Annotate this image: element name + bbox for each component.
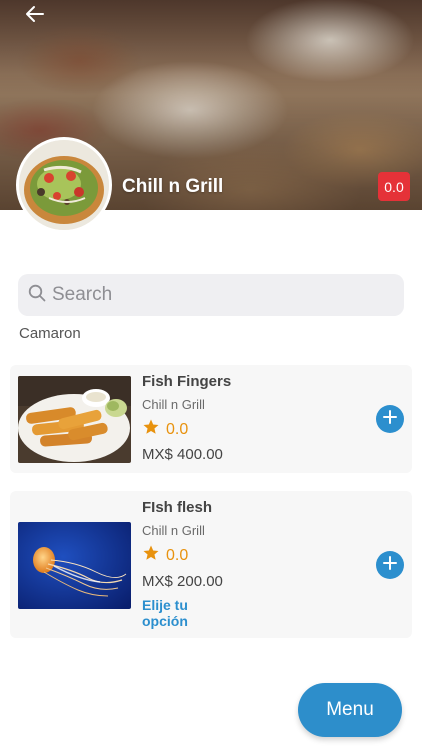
search-icon bbox=[28, 284, 46, 307]
add-to-cart-button[interactable] bbox=[376, 405, 404, 433]
back-arrow-icon bbox=[25, 5, 45, 28]
search-input[interactable] bbox=[52, 284, 372, 306]
product-price: MX$ 200.00 bbox=[142, 573, 223, 590]
star-icon bbox=[142, 544, 160, 567]
restaurant-name: Chill n Grill bbox=[122, 176, 224, 197]
restaurant-avatar bbox=[16, 137, 112, 233]
product-vendor: Chill n Grill bbox=[142, 397, 205, 412]
back-button[interactable] bbox=[20, 2, 50, 30]
rating-value: 0.0 bbox=[166, 546, 189, 564]
add-to-cart-button[interactable] bbox=[376, 551, 404, 579]
cart-total-badge[interactable]: 0.0 bbox=[378, 172, 410, 201]
category-label: Camaron bbox=[19, 325, 81, 342]
jellyfish-photo bbox=[18, 522, 131, 609]
product-rating: 0.0 bbox=[142, 418, 188, 441]
plus-icon bbox=[383, 555, 397, 575]
product-title: FIsh flesh bbox=[142, 499, 213, 516]
product-card[interactable]: Fish Fingers Chill n Grill 0.0 MX$ 400.0… bbox=[10, 365, 412, 473]
rating-value: 0.0 bbox=[166, 420, 189, 438]
product-card[interactable]: FIsh flesh Chill n Grill 0.0 MX$ 200.00 … bbox=[10, 491, 412, 638]
product-rating: 0.0 bbox=[142, 544, 188, 567]
product-title: Fish Fingers bbox=[142, 373, 232, 390]
plus-icon bbox=[383, 409, 397, 429]
fish-fingers-photo bbox=[18, 376, 131, 463]
menu-button[interactable]: Menu bbox=[298, 683, 402, 737]
star-icon bbox=[142, 418, 160, 441]
product-vendor: Chill n Grill bbox=[142, 523, 205, 538]
product-price: MX$ 400.00 bbox=[142, 446, 223, 463]
choose-option-link[interactable]: Elije tu opción bbox=[142, 597, 222, 629]
search-bar[interactable] bbox=[18, 274, 404, 316]
